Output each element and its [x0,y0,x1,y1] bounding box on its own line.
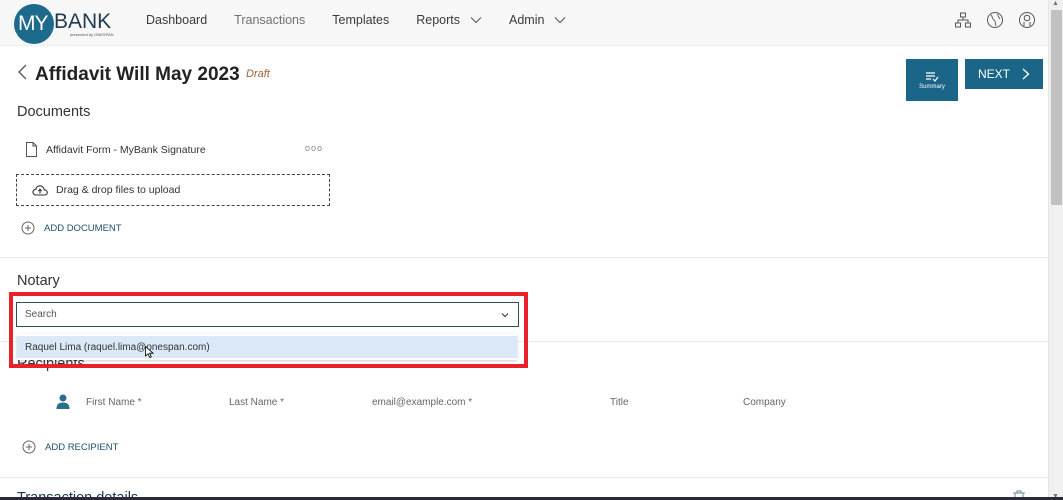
vertical-scrollbar[interactable]: ▲ ▼ [1048,0,1063,500]
documents-section-title: Documents [17,104,91,120]
dropzone-label: Drag & drop files to upload [56,184,181,196]
file-dropzone[interactable]: Drag & drop files to upload [16,174,330,206]
nav-admin[interactable]: Admin [509,13,566,27]
document-item[interactable]: Affidavit Form - MyBank Signature [26,142,206,157]
summary-label: Summary [919,83,945,90]
nav-admin-label: Admin [509,13,545,27]
title-field[interactable]: Title [610,397,629,408]
nav-dashboard-label: Dashboard [146,13,208,27]
nav-transactions[interactable]: Transactions [234,13,305,27]
recipient-row: First Name * Last Name * email@example.c… [56,394,956,413]
org-chart-icon[interactable] [954,11,972,29]
chevron-down-icon [555,17,566,24]
notary-option[interactable]: Raquel Lima (raquel.lima@onespan.com) [17,336,517,358]
section-divider [0,477,1048,478]
document-name: Affidavit Form - MyBank Signature [46,143,206,156]
company-field[interactable]: Company [743,397,786,408]
status-badge: Draft [246,68,270,80]
user-profile-icon[interactable] [1018,11,1036,29]
add-recipient-label: ADD RECIPIENT [45,441,119,453]
scroll-up-arrow-icon[interactable]: ▲ [1052,0,1059,7]
notary-search-input[interactable]: Search [16,302,519,327]
add-document-button[interactable]: ADD DOCUMENT [21,221,122,235]
add-recipient-button[interactable]: ADD RECIPIENT [22,440,118,454]
add-document-label: ADD DOCUMENT [44,222,122,234]
logo-subtitle: presented by ONESPAN [70,32,114,37]
next-button[interactable]: NEXT [965,59,1043,89]
notary-search-placeholder: Search [25,309,57,320]
notary-dropdown-list: Raquel Lima (raquel.lima@onespan.com) [17,334,517,360]
nav-transactions-label: Transactions [234,13,306,27]
nav-templates-label: Templates [332,13,390,27]
globe-icon[interactable] [986,11,1004,29]
notary-section-title: Notary [17,273,60,289]
email-field[interactable]: email@example.com * [372,397,472,408]
top-icons [954,11,1036,29]
summary-button[interactable]: Summary [906,59,958,101]
chevron-down-icon[interactable] [500,310,510,320]
logo-bank-text: BANK [54,10,112,33]
file-icon [26,142,37,157]
next-label: NEXT [977,67,1010,81]
list-check-icon [926,71,939,82]
first-name-field[interactable]: First Name * [86,397,142,408]
nav-dashboard[interactable]: Dashboard [146,13,207,27]
nav-templates[interactable]: Templates [332,13,389,27]
mybank-logo[interactable]: MY BANK presented by ONESPAN [14,4,124,44]
chevron-right-icon [1022,68,1030,80]
logo-my-text: MY [18,12,48,35]
section-divider [0,257,1048,258]
cloud-upload-icon [32,185,48,196]
add-circle-icon [21,221,35,235]
add-circle-icon [22,440,36,454]
top-navigation-bar: MY BANK presented by ONESPAN Dashboard T… [0,0,1048,46]
person-icon [56,394,70,409]
mouse-cursor-icon [145,346,154,358]
last-name-field[interactable]: Last Name * [229,397,284,408]
main-nav: Dashboard Transactions Templates Reports… [146,13,593,27]
scrollbar-thumb[interactable] [1051,10,1062,205]
chevron-down-icon [470,17,482,24]
nav-reports[interactable]: Reports [416,13,482,27]
page-title: Affidavit Will May 2023 [35,64,240,85]
nav-reports-label: Reports [416,13,461,27]
document-more-options-button[interactable]: ooo [305,143,323,153]
back-arrow-icon[interactable] [15,62,29,82]
